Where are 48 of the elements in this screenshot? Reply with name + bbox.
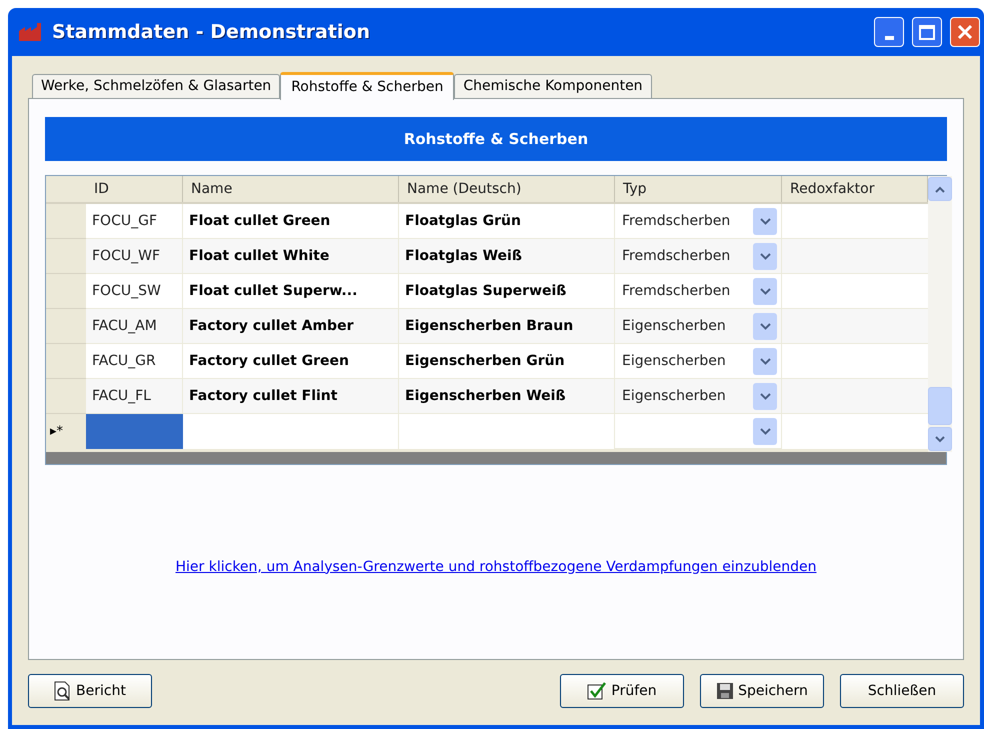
column-header[interactable]: Name (Deutsch) — [399, 176, 615, 202]
dropdown-button[interactable] — [753, 382, 777, 410]
dropdown-button[interactable] — [753, 348, 777, 374]
dropdown-button[interactable] — [753, 242, 777, 270]
table-cell-text: Eigenscherben — [622, 386, 726, 406]
window-title: Stammdaten - Demonstration — [52, 20, 370, 45]
minimize-button[interactable] — [874, 17, 904, 47]
tab[interactable]: Werke, Schmelzöfen & Glasarten — [32, 74, 280, 98]
scrollbar[interactable] — [928, 176, 952, 452]
dropdown-button[interactable] — [753, 312, 777, 340]
column-header[interactable]: ID — [86, 176, 183, 202]
tab[interactable]: Rohstoffe & Scherben — [280, 72, 454, 100]
chevron-down-icon — [760, 392, 770, 400]
table-cell-text: Eigenscherben — [622, 352, 726, 370]
factory-icon — [18, 22, 44, 42]
chevron-down-icon — [760, 358, 770, 364]
table-cell-text: Fremdscherben — [622, 246, 730, 266]
tab[interactable]: Chemische Komponenten — [454, 74, 652, 98]
scroll-down-icon[interactable] — [935, 436, 945, 442]
chevron-down-icon — [760, 218, 770, 224]
table-cell-text: Fremdscherben — [622, 282, 730, 300]
selected-cell[interactable] — [86, 414, 183, 449]
new-row-marker: ▸* — [50, 422, 64, 441]
table-cell-text: Eigenscherben — [622, 316, 726, 336]
dropdown-button[interactable] — [753, 208, 777, 234]
close-icon — [957, 24, 973, 40]
chevron-down-icon — [760, 322, 770, 330]
chevron-down-icon — [760, 428, 770, 434]
save-button[interactable]: Speichern — [700, 674, 824, 708]
checkbox-tick-icon — [587, 681, 608, 701]
scroll-up-icon[interactable] — [935, 186, 945, 192]
column-header[interactable]: Typ — [615, 176, 782, 202]
show-limits-link[interactable]: Hier klicken, um Analysen-Grenzwerte und rohstoffbezogene Verdampfungen einzublenden — [176, 556, 816, 578]
close-button[interactable] — [950, 17, 980, 47]
row-header[interactable]: ▸* — [46, 414, 86, 449]
maximize-button[interactable] — [912, 17, 942, 47]
chevron-down-icon — [760, 252, 770, 260]
table-cell-text: Fremdscherben — [622, 212, 730, 230]
section-banner: Rohstoffe & Scherben — [45, 117, 947, 161]
column-header[interactable]: Name — [183, 176, 399, 202]
report-button[interactable]: Bericht — [28, 674, 152, 708]
chevron-down-icon — [760, 288, 770, 294]
magnifier-document-icon — [54, 681, 72, 701]
dropdown-button[interactable] — [753, 418, 777, 444]
dropdown-button[interactable] — [753, 278, 777, 304]
close-button[interactable]: Schließen — [840, 674, 964, 708]
check-button[interactable]: Prüfen — [560, 674, 684, 708]
scroll-thumb[interactable] — [928, 387, 952, 425]
